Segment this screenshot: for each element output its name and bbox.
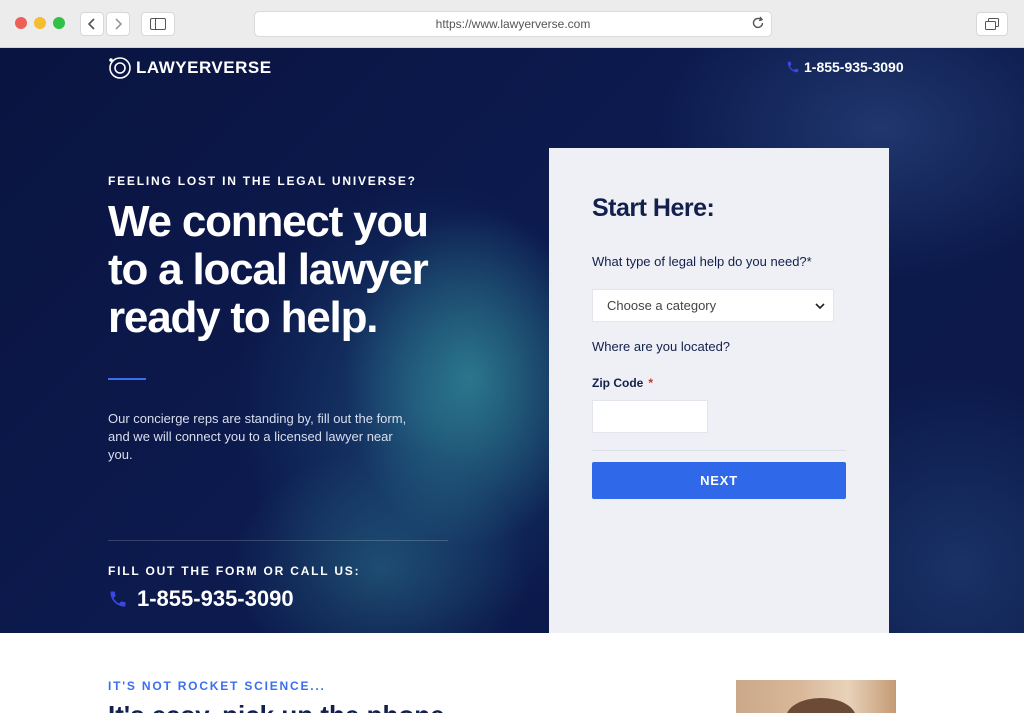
form-divider bbox=[592, 450, 846, 451]
header-phone-number: 1-855-935-3090 bbox=[804, 59, 904, 75]
logo[interactable]: LAWYERVERSE bbox=[108, 56, 272, 80]
section-photo bbox=[736, 680, 896, 713]
location-question: Where are you located? bbox=[592, 339, 731, 354]
hero-phone-link[interactable]: 1-855-935-3090 bbox=[108, 586, 294, 612]
sidebar-icon bbox=[150, 18, 166, 30]
category-select-value: Choose a category bbox=[607, 298, 717, 313]
hero-section: LAWYERVERSE 1-855-935-3090 FEELING LOST … bbox=[0, 48, 1024, 633]
section-heading: It's easy, pick up the phone bbox=[108, 700, 445, 713]
phone-icon bbox=[110, 591, 126, 607]
minimize-window-button[interactable] bbox=[34, 17, 46, 29]
browser-chrome: https://www.lawyerverse.com bbox=[0, 0, 1024, 48]
logo-text: LAWYERVERSE bbox=[136, 58, 272, 77]
hero-headline: We connect you to a local lawyer ready t… bbox=[108, 197, 429, 342]
sidebar-toggle-button[interactable] bbox=[141, 12, 175, 36]
chevron-down-icon bbox=[815, 302, 825, 309]
url-text: https://www.lawyerverse.com bbox=[435, 17, 591, 31]
required-marker: * bbox=[648, 376, 653, 390]
section-eyebrow: IT'S NOT ROCKET SCIENCE... bbox=[108, 679, 326, 693]
zip-code-label-text: Zip Code bbox=[592, 376, 644, 390]
hero-description: Our concierge reps are standing by, fill… bbox=[108, 411, 407, 462]
reload-icon[interactable] bbox=[751, 16, 765, 30]
hero-phone-number: 1-855-935-3090 bbox=[137, 586, 294, 611]
next-button[interactable]: NEXT bbox=[592, 462, 846, 499]
accent-divider bbox=[108, 378, 146, 380]
tab-overview-button[interactable] bbox=[976, 12, 1008, 36]
form-title: Start Here: bbox=[592, 194, 715, 222]
close-window-button[interactable] bbox=[15, 17, 27, 29]
call-us-label: FILL OUT THE FORM OR CALL US: bbox=[108, 564, 361, 578]
hero-divider bbox=[108, 540, 448, 541]
legal-help-question: What type of legal help do you need?* bbox=[592, 254, 812, 269]
logo-icon bbox=[109, 57, 131, 79]
zip-code-label: Zip Code * bbox=[592, 376, 653, 390]
forward-button[interactable] bbox=[106, 12, 130, 36]
maximize-window-button[interactable] bbox=[53, 17, 65, 29]
hero-eyebrow: FEELING LOST IN THE LEGAL UNIVERSE? bbox=[108, 174, 417, 188]
chevron-left-icon bbox=[87, 18, 95, 30]
address-bar[interactable]: https://www.lawyerverse.com bbox=[254, 11, 772, 37]
chevron-right-icon bbox=[115, 18, 123, 30]
tabs-icon bbox=[985, 18, 999, 30]
category-select[interactable]: Choose a category bbox=[592, 289, 834, 322]
phone-icon bbox=[787, 61, 799, 73]
lead-form-card: Start Here: What type of legal help do y… bbox=[549, 148, 889, 633]
zip-code-input[interactable] bbox=[592, 400, 708, 433]
back-button[interactable] bbox=[80, 12, 104, 36]
header-phone-link[interactable]: 1-855-935-3090 bbox=[786, 59, 904, 75]
